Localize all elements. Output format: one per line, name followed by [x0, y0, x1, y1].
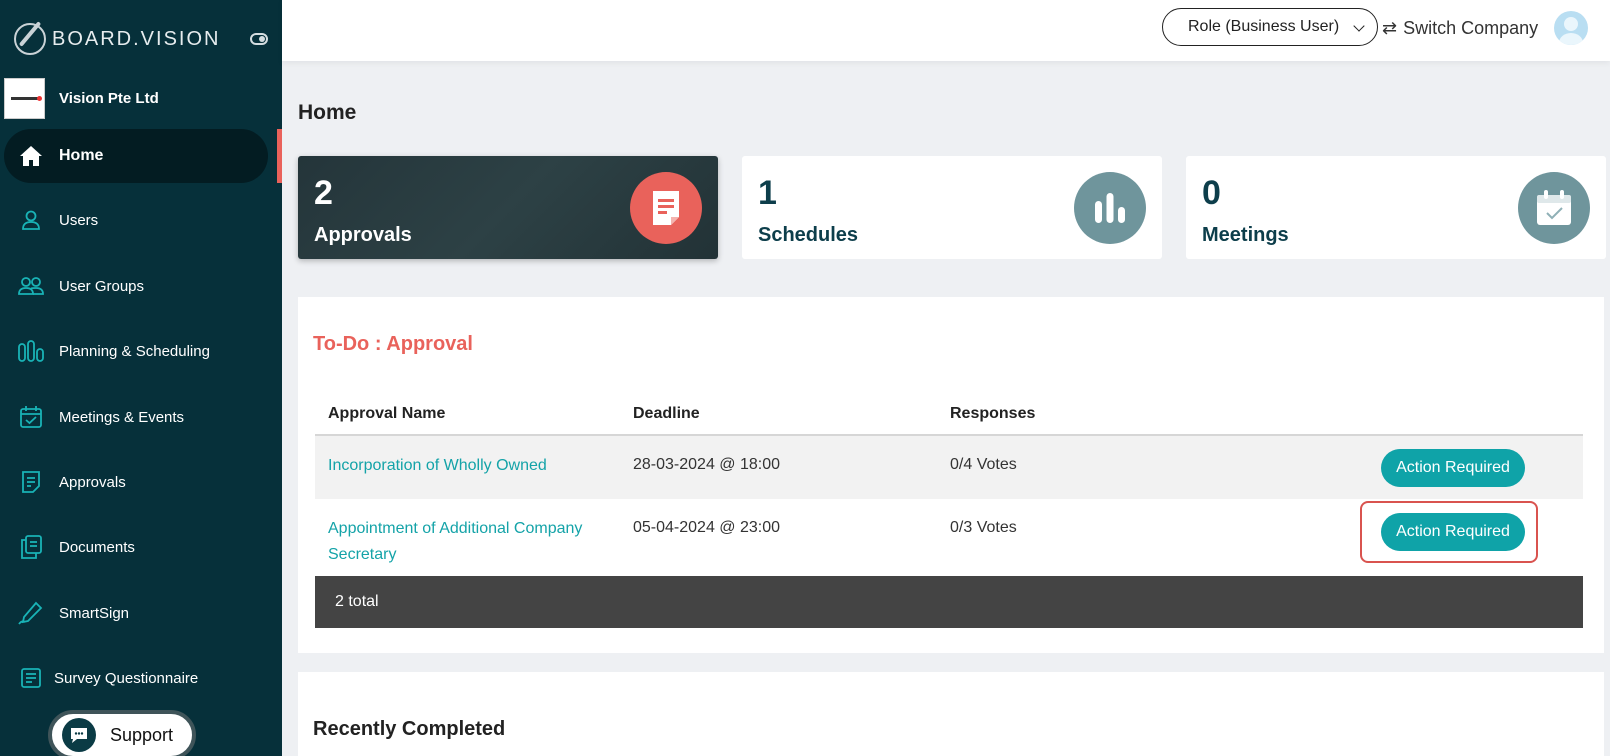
- column-header-approval-name: Approval Name: [328, 404, 446, 422]
- stat-count: 0: [1202, 174, 1221, 212]
- calendar-check-icon: [18, 404, 44, 430]
- recently-completed-panel: Recently Completed: [298, 672, 1604, 756]
- sidebar-item-label: Approvals: [59, 473, 126, 491]
- sidebar-item-smartsign[interactable]: SmartSign: [4, 586, 268, 640]
- user-icon: [18, 207, 44, 233]
- table-header: Approval Name Deadline Responses: [315, 393, 1583, 436]
- action-required-button[interactable]: Action Required: [1381, 449, 1525, 487]
- sidebar: BOARD.VISION Vision Pte Ltd Home Users U…: [0, 0, 282, 756]
- approval-document-icon: [630, 172, 702, 244]
- user-groups-icon: [18, 273, 44, 299]
- approval-name-link[interactable]: Appointment of Additional Company: [328, 516, 633, 542]
- switch-arrows-icon: ⇄: [1382, 17, 1398, 38]
- bar-chart-icon: [18, 338, 44, 364]
- stat-count: 1: [758, 174, 777, 212]
- sidebar-item-label: Meetings & Events: [59, 408, 185, 426]
- approval-name-link[interactable]: Incorporation of Wholly Owned: [328, 457, 547, 474]
- role-dropdown[interactable]: Role (Business User): [1162, 8, 1378, 46]
- responses-cell: 0/4 Votes: [950, 456, 1017, 473]
- stat-label: Meetings: [1202, 224, 1289, 246]
- sidebar-item-label: SmartSign: [59, 604, 130, 622]
- table-row: Appointment of Additional Company Secret…: [315, 499, 1583, 576]
- documents-icon: [18, 534, 44, 560]
- top-header: Role (Business User) ⇄ Switch Company: [282, 0, 1610, 61]
- sidebar-item-label: Planning & Scheduling: [59, 342, 210, 360]
- page-title: Home: [298, 101, 357, 124]
- table-row: Incorporation of Wholly Owned 28-03-2024…: [315, 436, 1583, 499]
- stat-count: 2: [314, 174, 333, 212]
- bar-chart-icon: [1074, 172, 1146, 244]
- stat-label: Schedules: [758, 224, 859, 246]
- company-switcher[interactable]: Vision Pte Ltd: [4, 77, 274, 119]
- home-icon: [18, 143, 44, 169]
- stat-card-meetings[interactable]: 0 Meetings: [1186, 156, 1606, 259]
- sidebar-item-label: Home: [59, 147, 104, 164]
- stat-label: Approvals: [314, 224, 412, 246]
- chevron-down-icon: [1353, 20, 1365, 32]
- brand-logo-row: BOARD.VISION: [14, 22, 268, 56]
- brand-logo-icon: [14, 23, 46, 55]
- deadline-cell: 28-03-2024 @ 18:00: [633, 456, 781, 473]
- sidebar-item-survey-questionnaire[interactable]: Survey Questionnaire: [4, 651, 268, 705]
- company-logo: [4, 77, 45, 119]
- approval-table: Approval Name Deadline Responses Incorpo…: [315, 393, 1583, 628]
- column-header-deadline: Deadline: [633, 404, 700, 422]
- stat-card-approvals[interactable]: 2 Approvals: [298, 156, 718, 259]
- sidebar-item-user-groups[interactable]: User Groups: [4, 259, 268, 313]
- sidebar-item-meetings-events[interactable]: Meetings & Events: [4, 390, 268, 444]
- sidebar-item-label: Survey Questionnaire: [54, 669, 199, 687]
- recently-completed-title: Recently Completed: [313, 718, 506, 740]
- sidebar-item-documents[interactable]: Documents: [4, 520, 268, 574]
- sidebar-item-label: User Groups: [59, 277, 145, 295]
- sidebar-item-planning-scheduling[interactable]: Planning & Scheduling: [4, 324, 268, 378]
- role-label: Role (Business User): [1188, 18, 1340, 35]
- pen-icon: [18, 600, 44, 626]
- approval-name-link-continued[interactable]: Secretary: [328, 542, 633, 568]
- survey-icon: [18, 665, 44, 691]
- table-footer-total: 2 total: [315, 576, 1583, 628]
- sidebar-item-home[interactable]: Home: [4, 129, 268, 183]
- switch-company-button[interactable]: ⇄ Switch Company: [1382, 14, 1538, 42]
- active-indicator: [277, 129, 282, 183]
- avatar[interactable]: [1554, 11, 1588, 45]
- sidebar-item-users[interactable]: Users: [4, 193, 268, 247]
- brand-logo-text: BOARD.VISION: [52, 27, 221, 50]
- responses-cell: 0/3 Votes: [950, 519, 1017, 536]
- support-button[interactable]: Support: [48, 710, 196, 756]
- stat-card-schedules[interactable]: 1 Schedules: [742, 156, 1162, 259]
- calendar-icon: [1518, 172, 1590, 244]
- sidebar-item-label: Documents: [59, 538, 135, 556]
- chat-icon: [62, 718, 96, 752]
- column-header-responses: Responses: [950, 404, 1036, 422]
- deadline-cell: 05-04-2024 @ 23:00: [633, 519, 781, 536]
- document-icon: [18, 469, 44, 495]
- sidebar-item-approvals[interactable]: Approvals: [4, 455, 268, 509]
- switch-company-label: Switch Company: [1403, 17, 1539, 38]
- action-required-button[interactable]: Action Required: [1381, 513, 1525, 551]
- todo-title: To-Do : Approval: [313, 333, 473, 355]
- sidebar-toggle-icon[interactable]: [250, 33, 268, 45]
- support-label: Support: [110, 724, 174, 745]
- todo-approval-panel: To-Do : Approval Approval Name Deadline …: [298, 297, 1604, 653]
- sidebar-item-label: Users: [59, 211, 99, 229]
- company-name: Vision Pte Ltd: [59, 89, 159, 107]
